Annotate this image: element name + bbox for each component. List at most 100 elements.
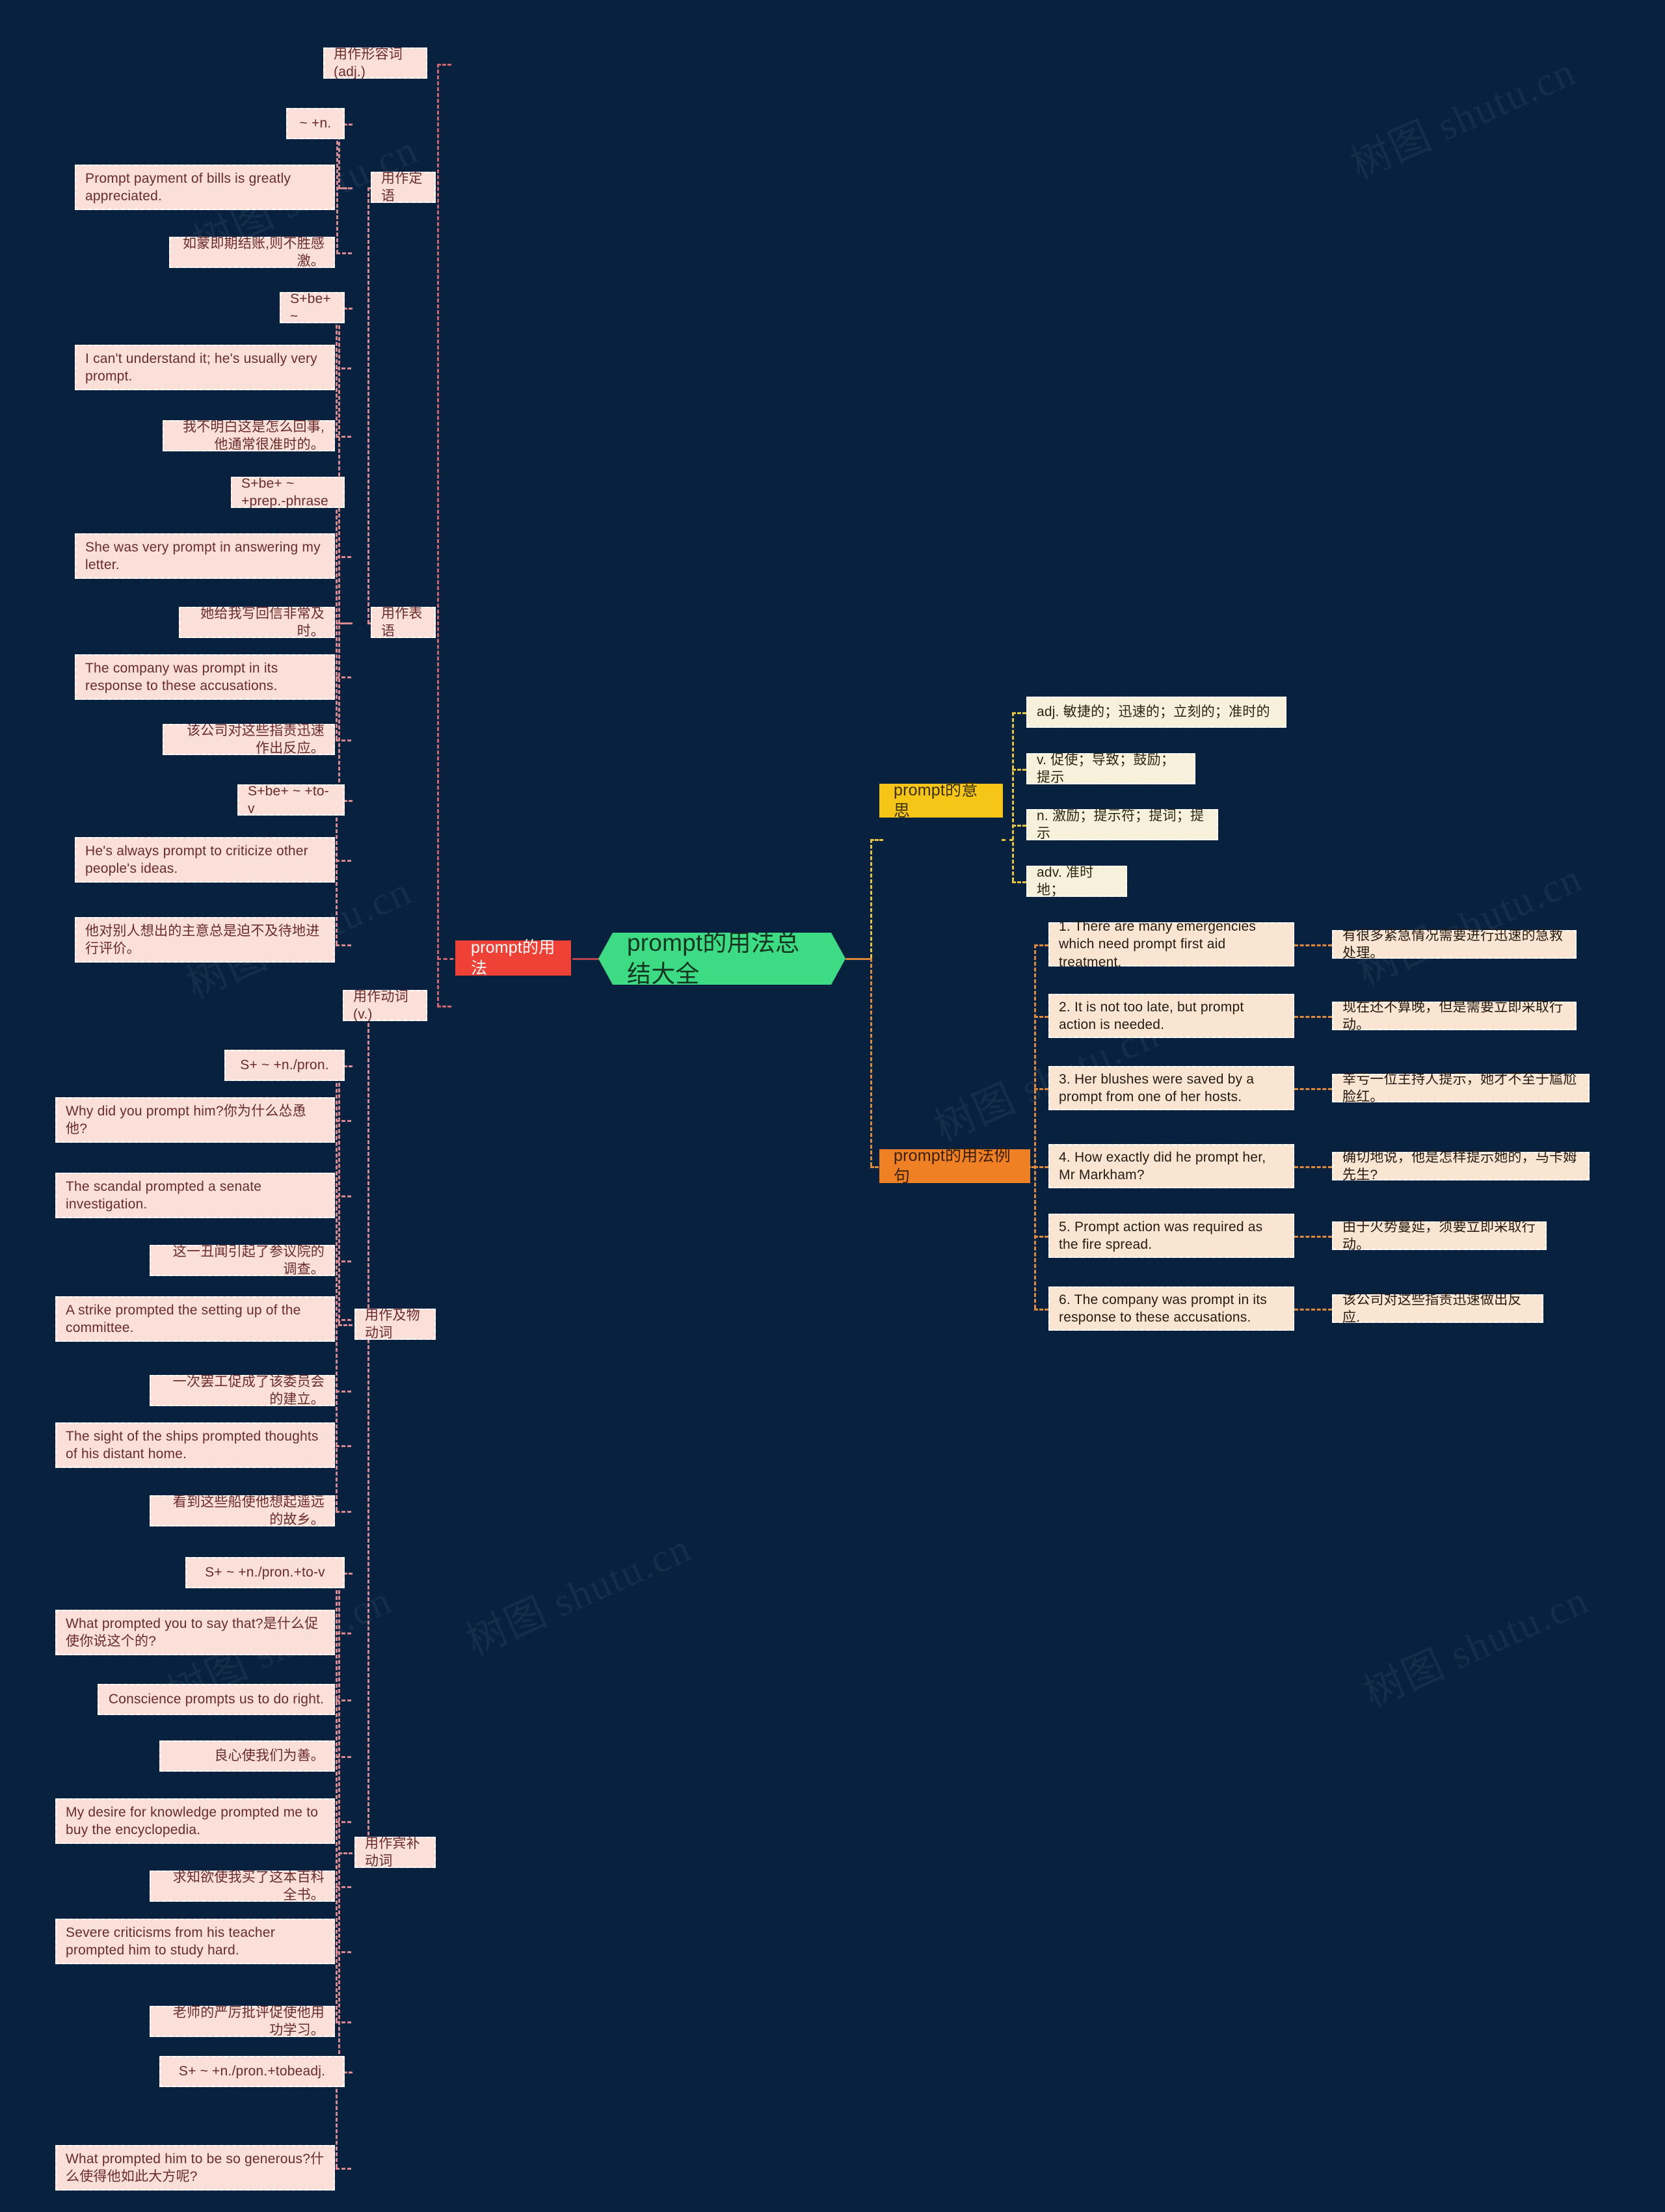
pattern-s-v-n-tobeadj[interactable]: S+ ~ +n./pron.+tobeadj. xyxy=(159,2056,345,2087)
example-sentence-en[interactable]: 1. There are many emergencies which need… xyxy=(1048,919,1294,970)
example-node[interactable]: 这一丑闻引起了参议院的调查。 xyxy=(150,1244,335,1277)
example-sentence-en[interactable]: 4. How exactly did he prompt her, Mr Mar… xyxy=(1048,1144,1294,1188)
example-node[interactable]: What prompted him to be so generous?什么使得… xyxy=(55,2145,335,2191)
example-node[interactable]: 良心使我们为善。 xyxy=(159,1740,335,1772)
connector xyxy=(1002,839,1013,841)
connector xyxy=(336,308,338,438)
connector xyxy=(1012,712,1026,714)
example-node[interactable]: The scandal prompted a senate investigat… xyxy=(55,1173,335,1218)
connector xyxy=(336,676,351,678)
example-sentence-en[interactable]: 5. Prompt action was required as the fir… xyxy=(1048,1214,1294,1258)
connector xyxy=(336,187,352,189)
example-node[interactable]: 看到这些船使他想起遥远的故乡。 xyxy=(150,1495,335,1527)
connector xyxy=(338,308,340,800)
example-node[interactable]: My desire for knowledge prompted me to b… xyxy=(55,1798,335,1844)
connector xyxy=(336,492,338,740)
connector xyxy=(1294,944,1332,946)
connector xyxy=(1034,1016,1048,1018)
connector xyxy=(338,1852,353,1854)
connector xyxy=(1294,1309,1332,1311)
example-sentence-zh[interactable]: 有很多紧急情况需要进行迅速的急救处理。 xyxy=(1332,928,1577,961)
group-verb[interactable]: 用作动词(v.) xyxy=(343,989,427,1022)
subgroup-transitive[interactable]: 用作及物动词 xyxy=(354,1308,436,1340)
example-node[interactable]: 如蒙即期结账,则不胜感激。 xyxy=(169,236,335,269)
connector xyxy=(1034,944,1036,1309)
branch-examples-node[interactable]: prompt的用法例句 xyxy=(879,1147,1030,1186)
subgroup-attributive[interactable]: 用作定语 xyxy=(371,171,436,204)
example-node[interactable]: The company was prompt in its response t… xyxy=(75,654,335,700)
connector xyxy=(336,1886,351,1888)
connector xyxy=(336,1632,351,1634)
connector xyxy=(336,1065,338,1511)
watermark: 树图 shutu.cn xyxy=(1344,49,1582,188)
example-node[interactable]: I can't understand it; he's usually very… xyxy=(75,345,335,390)
connector xyxy=(1012,712,1014,881)
connector xyxy=(1294,1236,1332,1238)
pattern-s-v-n-to-v[interactable]: S+ ~ +n./pron.+to-v xyxy=(185,1557,345,1588)
connector xyxy=(367,187,369,624)
subgroup-object-complement[interactable]: 用作宾补动词 xyxy=(354,1836,436,1869)
connector xyxy=(336,1195,351,1197)
branch-usage-node[interactable]: prompt的用法 xyxy=(455,939,571,978)
watermark: 树图 shutu.cn xyxy=(1357,1578,1595,1716)
example-node[interactable]: 我不明白这是怎么回事,他通常很准时的。 xyxy=(163,420,335,452)
connector xyxy=(336,1391,351,1392)
connector xyxy=(336,1445,351,1447)
connector xyxy=(338,1324,353,1326)
example-sentence-zh[interactable]: 由于火势蔓延，须要立即采取行动。 xyxy=(1332,1219,1547,1252)
example-node[interactable]: Conscience prompts us to do right. xyxy=(98,1684,335,1715)
connector xyxy=(336,1699,351,1701)
example-node[interactable]: 求知欲使我买了这本百科全书。 xyxy=(150,1870,335,1902)
connector xyxy=(336,252,352,254)
connector xyxy=(336,860,351,862)
example-node[interactable]: Why did you prompt him?你为什么怂恿他? xyxy=(55,1097,335,1143)
connector xyxy=(336,622,351,624)
meaning-adv[interactable]: adv. 准时地； xyxy=(1026,865,1127,898)
example-node[interactable]: Prompt payment of bills is greatly appre… xyxy=(75,165,335,210)
subgroup-predicative[interactable]: 用作表语 xyxy=(371,606,436,639)
connector xyxy=(1294,1088,1332,1090)
connector xyxy=(336,1821,351,1823)
example-sentence-en[interactable]: 2. It is not too late, but prompt action… xyxy=(1048,994,1294,1038)
example-sentence-zh[interactable]: 该公司对这些指责迅速做出反应. xyxy=(1332,1292,1543,1325)
example-node[interactable]: 该公司对这些指责迅速作出反应。 xyxy=(163,723,335,756)
pattern-s-be[interactable]: S+be+ ~ xyxy=(280,291,345,324)
example-node[interactable]: 她给我写回信非常及时。 xyxy=(179,606,335,639)
example-node[interactable]: What prompted you to say that?是什么促使你说这个的… xyxy=(55,1610,335,1655)
connector xyxy=(336,1120,351,1122)
connector xyxy=(336,124,338,254)
connector xyxy=(1034,1309,1048,1311)
group-adjective[interactable]: 用作形容词(adj.) xyxy=(323,47,427,79)
connector xyxy=(336,556,351,558)
connector xyxy=(1294,1166,1332,1168)
example-sentence-zh[interactable]: 现在还不算晚，但是需要立即采取行动。 xyxy=(1332,1000,1577,1032)
pattern-s-be-to-v[interactable]: S+be+ ~ +to-v xyxy=(237,784,345,816)
example-node[interactable]: A strike prompted the setting up of the … xyxy=(55,1296,335,1342)
example-sentence-en[interactable]: 3. Her blushes were saved by a prompt fr… xyxy=(1048,1066,1294,1110)
example-node[interactable]: 一次罢工促成了该委员会的建立。 xyxy=(150,1374,335,1407)
example-sentence-en[interactable]: 6. The company was prompt in its respons… xyxy=(1048,1286,1294,1331)
meaning-verb[interactable]: v. 促使；导致；鼓励；提示 xyxy=(1026,753,1195,785)
connector xyxy=(336,367,351,369)
pattern-s-be-prep[interactable]: S+be+ ~ +prep.-phrase xyxy=(231,476,345,509)
example-node[interactable]: Severe criticisms from his teacher promp… xyxy=(55,1919,335,1964)
meaning-adj[interactable]: adj. 敏捷的；迅速的；立刻的；准时的 xyxy=(1026,697,1286,728)
connector xyxy=(336,1511,351,1513)
example-sentence-zh[interactable]: 幸亏一位主持人提示，她才不至于尴尬脸红。 xyxy=(1332,1072,1590,1104)
example-node[interactable]: She was very prompt in answering my lett… xyxy=(75,533,335,579)
connector xyxy=(338,1573,340,2072)
meaning-noun[interactable]: n. 激励；提示符；提词；提示 xyxy=(1026,808,1218,841)
connector xyxy=(336,944,351,946)
example-node[interactable]: He's always prompt to criticize other pe… xyxy=(75,837,335,883)
branch-meaning-node[interactable]: prompt的意思 xyxy=(879,781,1003,820)
example-sentence-zh[interactable]: 确切地说，他是怎样提示她的，马卡姆先生? xyxy=(1332,1150,1590,1182)
pattern-adj-attributive[interactable]: ~ +n. xyxy=(286,108,345,139)
connector xyxy=(336,436,351,438)
example-node[interactable]: The sight of the ships prompted thoughts… xyxy=(55,1422,335,1468)
pattern-s-v-n[interactable]: S+ ~ +n./pron. xyxy=(224,1050,345,1081)
connector xyxy=(336,1319,351,1321)
example-node[interactable]: 老师的严厉批评促使他用功学习。 xyxy=(150,2005,335,2038)
root-node[interactable]: prompt的用法总结大全 xyxy=(598,933,846,985)
example-node[interactable]: 他对别人想出的主意总是迫不及待地进行评价。 xyxy=(75,917,335,963)
connector xyxy=(336,740,351,741)
